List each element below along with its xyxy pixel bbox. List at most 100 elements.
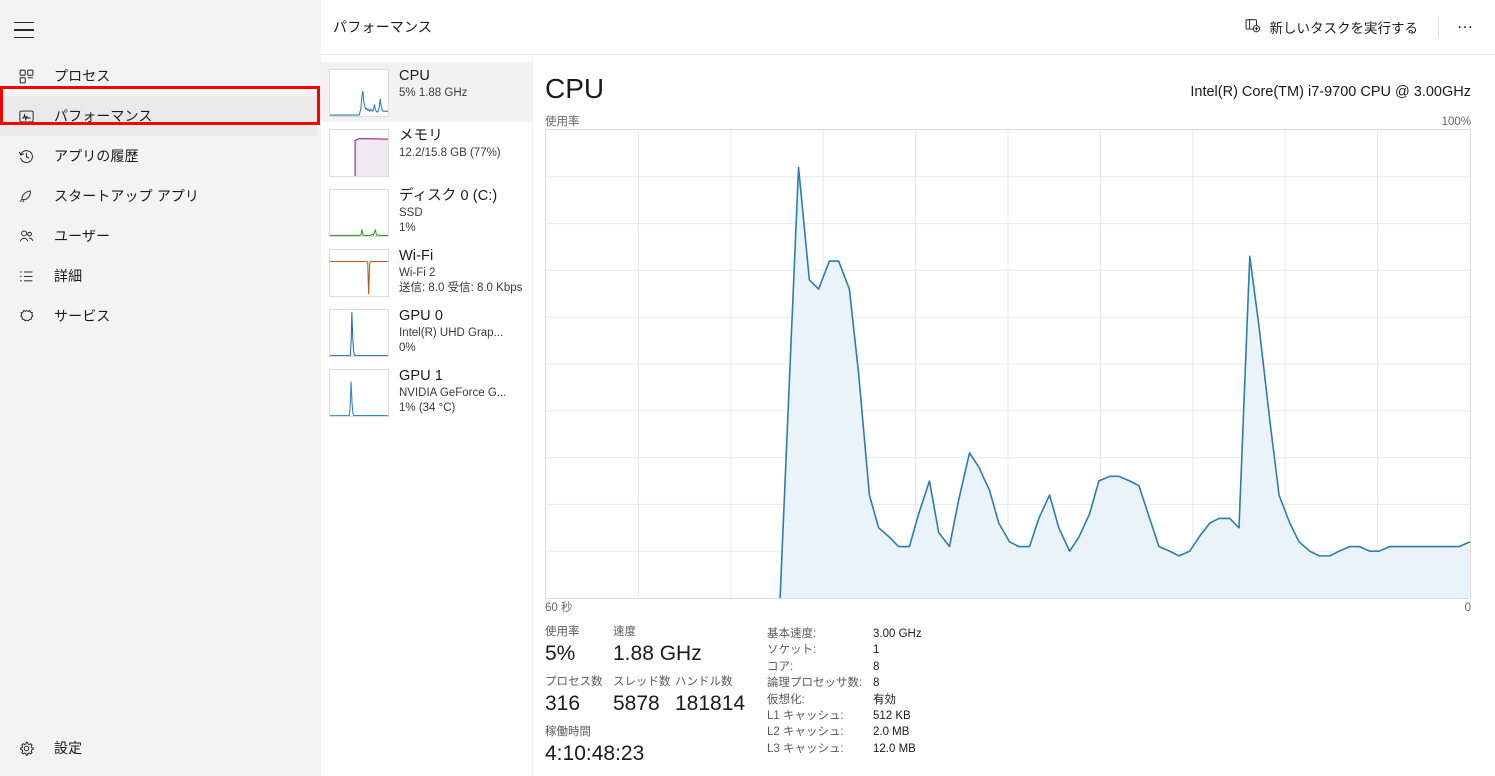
resource-title: CPU: [399, 68, 430, 84]
sidebar-item-performance[interactable]: パフォーマンス: [0, 96, 317, 136]
titlebar: パフォーマンス 新しいタスクを実行する …: [321, 0, 1495, 55]
sidebar-item-app-history[interactable]: アプリの履歴: [0, 136, 317, 176]
stat-label: ハンドル数: [675, 676, 733, 688]
new-task-icon: [1244, 17, 1261, 37]
cpu-usage-chart-svg: [546, 130, 1470, 598]
resource-item-text: メモリ 12.2/15.8 GB (77%): [399, 127, 501, 161]
resource-item-text: CPU 5% 1.88 GHz: [399, 67, 467, 101]
sidebar-item-startup-apps[interactable]: スタートアップ アプリ: [0, 176, 317, 216]
spec-key: L2 キャッシュ:: [767, 726, 844, 739]
sidebar-item-label: サービス: [54, 308, 111, 324]
cpu-mini-graph: [329, 69, 389, 117]
stats-specs: 基本速度: 3.00 GHz ソケット: 1 コア: 8 論理プロセッサ数: 8 仮想化: 有効 L…: [767, 624, 922, 768]
stat-handles: ハンドル数 181814: [675, 674, 767, 718]
history-icon: [14, 144, 38, 168]
stat-value: 4:10:48:23: [545, 742, 645, 765]
resource-item-gpu0[interactable]: GPU 0 Intel(R) UHD Grap... 0%: [321, 302, 532, 362]
sidebar-item-label: パフォーマンス: [54, 108, 153, 124]
utilization-graph-block: 使用率 100% 60 秒 0: [545, 115, 1471, 616]
sidebar-item-label: スタートアップ アプリ: [54, 188, 199, 204]
sidebar-nav: プロセス パフォーマンス アプリの履歴 スタートアップ アプリ ユーザー 詳細 …: [0, 0, 321, 776]
content-body: CPU 5% 1.88 GHz メモリ 12.2/15.8 GB (77%) デ…: [321, 55, 1495, 776]
task-manager-window: プロセス パフォーマンス アプリの履歴 スタートアップ アプリ ユーザー 詳細 …: [0, 0, 1495, 776]
resource-sub1: Intel(R) UHD Grap...: [399, 327, 504, 339]
users-icon: [14, 224, 38, 248]
resource-item-text: GPU 0 Intel(R) UHD Grap... 0%: [399, 307, 503, 356]
graph-x-right: 0: [1464, 602, 1471, 614]
stat-label: プロセス数: [545, 676, 603, 688]
gear-icon: [14, 736, 38, 760]
resource-sub1: 12.2/15.8 GB (77%): [399, 147, 501, 159]
spec-value: 有効: [873, 693, 896, 706]
sidebar-item-processes[interactable]: プロセス: [0, 56, 317, 96]
resource-title: GPU 0: [399, 308, 444, 324]
graph-x-left: 60 秒: [545, 602, 573, 614]
spec-row: 論理プロセッサ数: 8: [767, 675, 922, 691]
details-list-icon: [14, 264, 38, 288]
stat-value: 5878: [613, 692, 660, 715]
services-gear-icon: [14, 304, 38, 328]
memory-mini-graph: [329, 129, 389, 177]
graph-y-max: 100%: [1441, 116, 1471, 128]
stat-label: スレッド数: [613, 676, 671, 688]
stat-value: 1.88 GHz: [613, 642, 702, 665]
stat-speed: 速度 1.88 GHz: [613, 624, 763, 668]
spec-row: 基本速度: 3.00 GHz: [767, 626, 922, 642]
stat-label: 稼働時間: [545, 726, 591, 738]
resource-title: ディスク 0 (C:): [399, 188, 498, 204]
chart-gridlines: [546, 130, 1470, 598]
sidebar-item-label: ユーザー: [54, 228, 111, 244]
stats-row-2: プロセス数 316 スレッド数 5878 ハンドル数 181814: [545, 674, 767, 718]
hamburger-icon[interactable]: [14, 22, 34, 38]
resource-title: メモリ: [399, 128, 443, 144]
chart-area-fill: [780, 167, 1470, 598]
resource-item-disk0[interactable]: ディスク 0 (C:) SSD 1%: [321, 182, 532, 242]
spec-row: ソケット: 1: [767, 642, 922, 658]
spec-key: L3 キャッシュ:: [767, 742, 844, 755]
resource-item-memory[interactable]: メモリ 12.2/15.8 GB (77%): [321, 122, 532, 182]
spec-key: 論理プロセッサ数:: [767, 677, 863, 690]
page-title: パフォーマンス: [333, 19, 433, 35]
stat-threads: スレッド数 5878: [613, 674, 675, 718]
resource-sub1: SSD: [399, 207, 423, 219]
sidebar-item-services[interactable]: サービス: [0, 296, 317, 336]
resource-sub2: 0%: [399, 342, 416, 354]
run-new-task-label: 新しいタスクを実行する: [1269, 21, 1419, 36]
spec-row: L2 キャッシュ: 2.0 MB: [767, 724, 922, 740]
spec-key: ソケット:: [767, 644, 817, 657]
resource-item-gpu1[interactable]: GPU 1 NVIDIA GeForce G... 1% (34 °C): [321, 362, 532, 422]
stats-primary: 使用率 5% 速度 1.88 GHz プロセス数 316 スレッド数 5878 …: [545, 624, 767, 768]
sidebar-nav-list: プロセス パフォーマンス アプリの履歴 スタートアップ アプリ ユーザー 詳細 …: [0, 56, 321, 336]
resource-item-text: ディスク 0 (C:) SSD 1%: [399, 187, 497, 236]
stats-row-3: 稼働時間 4:10:48:23: [545, 724, 767, 768]
sidebar-item-users[interactable]: ユーザー: [0, 216, 317, 256]
sidebar-settings-wrap: 設定: [0, 728, 321, 768]
resource-item-text: Wi-Fi Wi-Fi 2 送信: 8.0 受信: 8.0 Kbps: [399, 247, 522, 296]
spec-row: L3 キャッシュ: 12.0 MB: [767, 741, 922, 757]
gpu1-mini-graph: [329, 369, 389, 417]
stat-label: 使用率: [545, 626, 580, 638]
hamburger-menu-wrap: [0, 8, 321, 52]
sidebar-item-settings[interactable]: 設定: [0, 728, 317, 768]
spec-value: 12.0 MB: [873, 742, 916, 755]
resource-sub2: 送信: 8.0 受信: 8.0 Kbps: [399, 282, 523, 294]
spec-key: 基本速度:: [767, 628, 817, 640]
resource-item-wifi[interactable]: Wi-Fi Wi-Fi 2 送信: 8.0 受信: 8.0 Kbps: [321, 242, 532, 302]
spec-key: L1 キャッシュ:: [767, 710, 844, 723]
stat-value: 5%: [545, 642, 576, 665]
graph-footer: 60 秒 0: [545, 599, 1471, 616]
spec-value: 512 KB: [873, 710, 911, 723]
resource-sub1: NVIDIA GeForce G...: [399, 387, 507, 399]
spec-value: 3.00 GHz: [873, 628, 922, 640]
stat-value: 181814: [675, 692, 746, 715]
run-new-task-button[interactable]: 新しいタスクを実行する: [1234, 11, 1429, 43]
resource-item-cpu[interactable]: CPU 5% 1.88 GHz: [321, 62, 532, 122]
ellipsis-icon[interactable]: …: [1449, 12, 1483, 42]
resource-list: CPU 5% 1.88 GHz メモリ 12.2/15.8 GB (77%) デ…: [321, 55, 533, 776]
stats-row-1: 使用率 5% 速度 1.88 GHz: [545, 624, 767, 668]
graph-y-label: 使用率: [545, 116, 580, 128]
resource-sub1: Wi-Fi 2: [399, 267, 436, 279]
graph-captions: 使用率 100%: [545, 115, 1471, 129]
sidebar-item-details[interactable]: 詳細: [0, 256, 317, 296]
detail-pane: CPU Intel(R) Core(TM) i7-9700 CPU @ 3.00…: [533, 55, 1495, 776]
